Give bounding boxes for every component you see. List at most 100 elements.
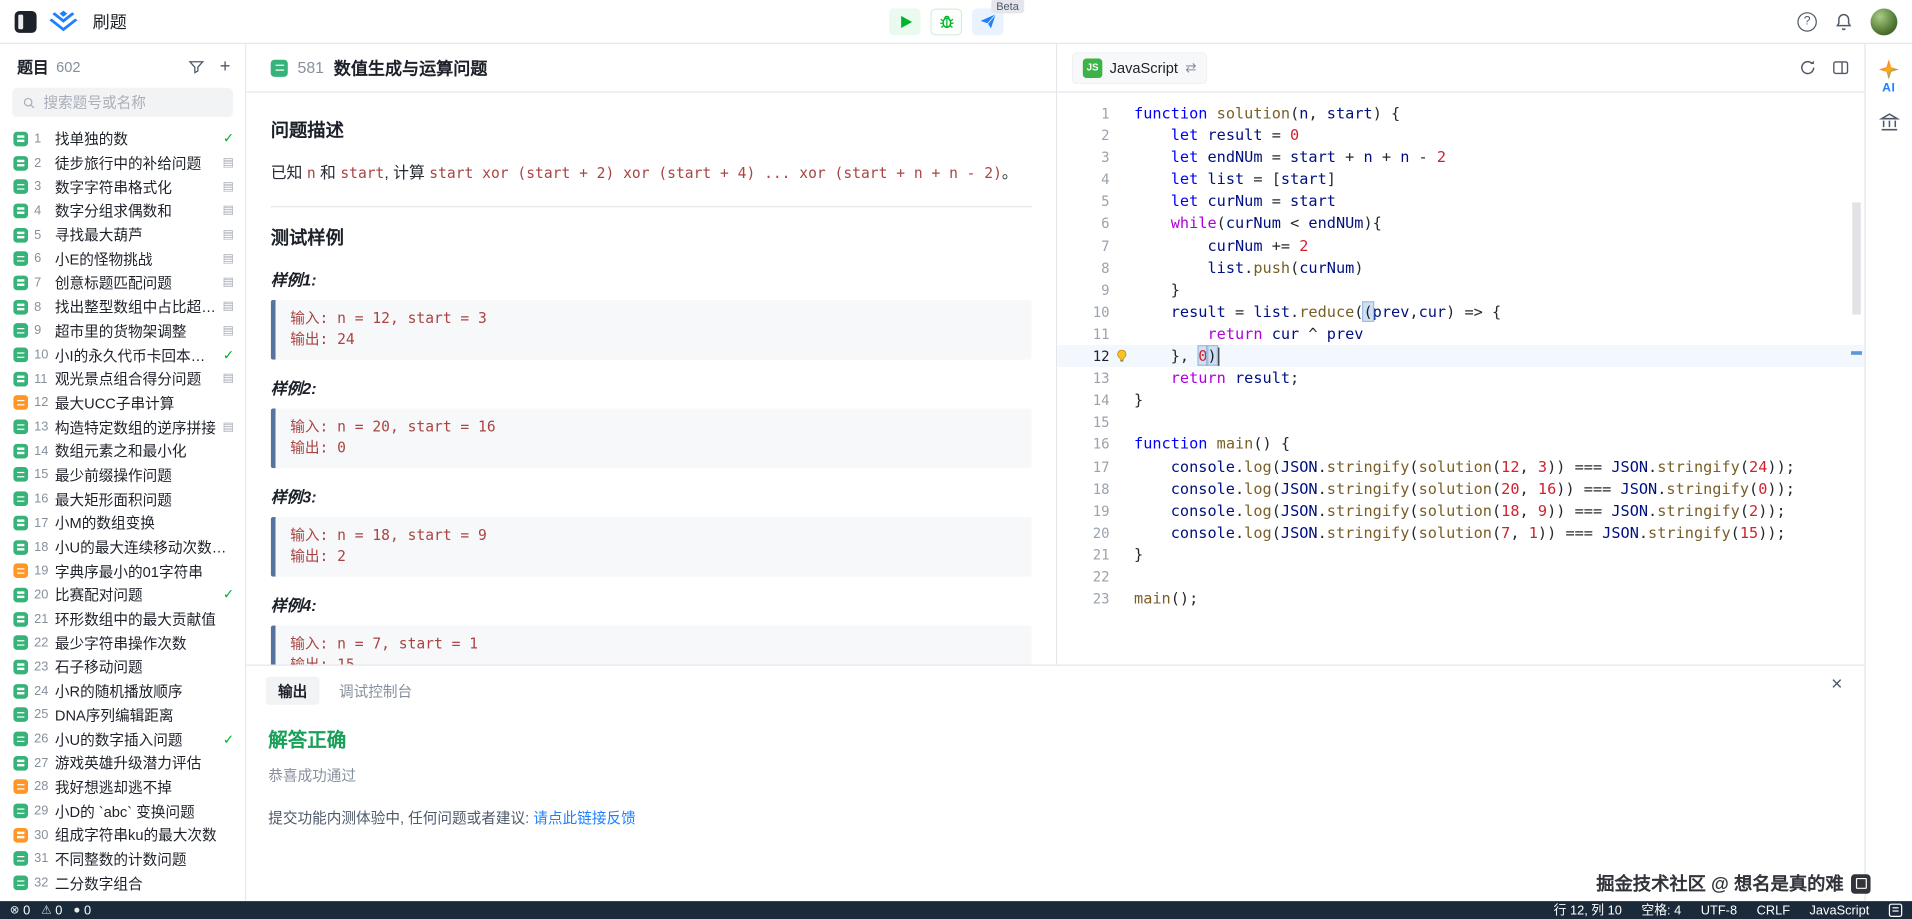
line-number[interactable]: 7 bbox=[1057, 235, 1109, 257]
line-number[interactable]: 23 bbox=[1057, 588, 1109, 610]
line-number[interactable]: 1 bbox=[1057, 102, 1109, 124]
code-line[interactable]: 9 } bbox=[1057, 279, 1864, 301]
line-number[interactable]: 19 bbox=[1057, 500, 1109, 522]
line-number[interactable]: 22 bbox=[1057, 566, 1109, 588]
line-number[interactable]: 12 bbox=[1057, 345, 1109, 367]
code-line[interactable]: 8 list.push(curNum) bbox=[1057, 257, 1864, 279]
code-line[interactable]: 6 while(curNum < endNUm){ bbox=[1057, 213, 1864, 235]
problem-list-item[interactable]: 15最少前缀操作问题 bbox=[0, 463, 245, 487]
status-warning-indicator[interactable]: ⚠0 bbox=[41, 903, 62, 918]
language-mode[interactable]: JavaScript bbox=[1810, 903, 1870, 918]
help-icon[interactable]: ? bbox=[1797, 12, 1817, 32]
feedback-link[interactable]: 请点此链接反馈 bbox=[533, 810, 635, 827]
search-input[interactable] bbox=[43, 94, 223, 111]
line-number[interactable]: 5 bbox=[1057, 191, 1109, 213]
line-number[interactable]: 21 bbox=[1057, 544, 1109, 566]
statusbar-feedback-icon[interactable] bbox=[1889, 904, 1902, 917]
code-line[interactable]: 12 }, 0) bbox=[1057, 345, 1864, 367]
line-number[interactable]: 3 bbox=[1057, 147, 1109, 169]
line-number[interactable]: 10 bbox=[1057, 301, 1109, 323]
problem-list-item[interactable]: 9超市里的货物架调整▤ bbox=[0, 319, 245, 343]
problem-list-item[interactable]: 5寻找最大葫芦▤ bbox=[0, 223, 245, 247]
code-line[interactable]: 4 let list = [start] bbox=[1057, 169, 1864, 191]
editor-scrollbar[interactable] bbox=[1852, 202, 1861, 314]
problem-list-item[interactable]: 25DNA序列编辑距离 bbox=[0, 703, 245, 727]
line-number[interactable]: 8 bbox=[1057, 257, 1109, 279]
code-line[interactable]: 5 let curNum = start bbox=[1057, 191, 1864, 213]
problem-list-item[interactable]: 4数字分组求偶数和▤ bbox=[0, 199, 245, 223]
close-output-icon[interactable]: × bbox=[1826, 676, 1847, 696]
code-line[interactable]: 3 let endNUm = start + n + n - 2 bbox=[1057, 147, 1864, 169]
code-line[interactable]: 14} bbox=[1057, 389, 1864, 411]
tab-debug-console[interactable]: 调试控制台 bbox=[337, 677, 415, 705]
line-number[interactable]: 16 bbox=[1057, 433, 1109, 455]
problem-list-item[interactable]: 11观光景点组合得分问题▤ bbox=[0, 367, 245, 391]
problem-list-item[interactable]: 14数组元素之和最小化 bbox=[0, 439, 245, 463]
code-line[interactable]: 23main(); bbox=[1057, 588, 1864, 610]
problem-list-item[interactable]: 1找单独的数✓ bbox=[0, 127, 245, 151]
problem-list-item[interactable]: 30组成字符串ku的最大次数 bbox=[0, 823, 245, 847]
problem-list-item[interactable]: 19字典序最小的01字符串 bbox=[0, 559, 245, 583]
problem-list-item[interactable]: 16最大矩形面积问题 bbox=[0, 487, 245, 511]
problem-list-item[interactable]: 29小D的 `abc` 变换问题 bbox=[0, 799, 245, 823]
line-number[interactable]: 18 bbox=[1057, 478, 1109, 500]
problem-list-item[interactable]: 24小R的随机播放顺序 bbox=[0, 679, 245, 703]
problem-list-item[interactable]: 22最少字符串操作次数 bbox=[0, 631, 245, 655]
line-number[interactable]: 14 bbox=[1057, 389, 1109, 411]
status-error-indicator[interactable]: ⊗0 bbox=[10, 903, 31, 918]
line-number[interactable]: 20 bbox=[1057, 522, 1109, 544]
problem-list-item[interactable]: 31不同整数的计数问题 bbox=[0, 847, 245, 871]
line-number[interactable]: 17 bbox=[1057, 455, 1109, 477]
problem-list-item[interactable]: 3数字字符串格式化▤ bbox=[0, 175, 245, 199]
line-number[interactable]: 9 bbox=[1057, 279, 1109, 301]
code-line[interactable]: 10 result = list.reduce((prev,cur) => { bbox=[1057, 301, 1864, 323]
filter-icon[interactable] bbox=[188, 58, 205, 75]
problem-list-item[interactable]: 7创意标题匹配问题▤ bbox=[0, 271, 245, 295]
line-number[interactable]: 6 bbox=[1057, 213, 1109, 235]
leaderboard-icon[interactable] bbox=[1878, 112, 1899, 133]
line-number[interactable]: 13 bbox=[1057, 367, 1109, 389]
quick-fix-lightbulb-icon[interactable] bbox=[1110, 345, 1134, 367]
code-line[interactable]: 1function solution(n, start) { bbox=[1057, 102, 1864, 124]
search-box[interactable] bbox=[12, 88, 233, 117]
debug-button[interactable] bbox=[930, 8, 962, 35]
problem-list-item[interactable]: 18小U的最大连续移动次数问题 bbox=[0, 535, 245, 559]
problem-list-item[interactable]: 13构造特定数组的逆序拼接▤ bbox=[0, 415, 245, 439]
code-line[interactable]: 13 return result; bbox=[1057, 367, 1864, 389]
problem-list-item[interactable]: 17小M的数组变换 bbox=[0, 511, 245, 535]
bell-icon[interactable] bbox=[1834, 12, 1854, 32]
code-line[interactable]: 11 return cur ^ prev bbox=[1057, 323, 1864, 345]
run-button[interactable] bbox=[889, 8, 921, 35]
problem-list-item[interactable]: 2徒步旅行中的补给问题▤ bbox=[0, 151, 245, 175]
code-line[interactable]: 7 curNum += 2 bbox=[1057, 235, 1864, 257]
indentation-setting[interactable]: 空格: 4 bbox=[1641, 901, 1681, 919]
line-number[interactable]: 2 bbox=[1057, 124, 1109, 146]
user-avatar[interactable] bbox=[1871, 8, 1898, 35]
encoding[interactable]: UTF-8 bbox=[1701, 903, 1737, 918]
problem-list-item[interactable]: 6小E的怪物挑战▤ bbox=[0, 247, 245, 271]
problem-list-item[interactable]: 32二分数字组合 bbox=[0, 871, 245, 895]
sidebar-toggle-icon[interactable] bbox=[15, 10, 37, 32]
problem-list-item[interactable]: 8找出整型数组中占比超过...▤ bbox=[0, 295, 245, 319]
add-icon[interactable]: + bbox=[220, 57, 231, 75]
language-selector[interactable]: JS JavaScript ⇄ bbox=[1072, 52, 1208, 84]
problem-list-item[interactable]: 27游戏英雄升级潜力评估 bbox=[0, 751, 245, 775]
code-line[interactable]: 20 console.log(JSON.stringify(solution(7… bbox=[1057, 522, 1864, 544]
code-line[interactable]: 21} bbox=[1057, 544, 1864, 566]
line-number[interactable]: 11 bbox=[1057, 323, 1109, 345]
problem-list-item[interactable]: 10小I的永久代币卡回本计划✓ bbox=[0, 343, 245, 367]
juejin-logo[interactable] bbox=[49, 9, 78, 33]
layout-split-icon[interactable] bbox=[1832, 59, 1850, 77]
tab-output[interactable]: 输出 bbox=[266, 677, 320, 705]
problem-list-item[interactable]: 26小U的数字插入问题✓ bbox=[0, 727, 245, 751]
code-area[interactable]: 1function solution(n, start) {2 let resu… bbox=[1057, 93, 1864, 610]
problem-list-item[interactable]: 28我好想逃却逃不掉 bbox=[0, 775, 245, 799]
reset-code-icon[interactable] bbox=[1799, 59, 1817, 77]
eol-setting[interactable]: CRLF bbox=[1757, 903, 1790, 918]
code-line[interactable]: 2 let result = 0 bbox=[1057, 124, 1864, 146]
code-line[interactable]: 16function main() { bbox=[1057, 433, 1864, 455]
code-line[interactable]: 19 console.log(JSON.stringify(solution(1… bbox=[1057, 500, 1864, 522]
code-line[interactable]: 17 console.log(JSON.stringify(solution(1… bbox=[1057, 455, 1864, 477]
problem-list-item[interactable]: 20比赛配对问题✓ bbox=[0, 583, 245, 607]
code-line[interactable]: 15 bbox=[1057, 411, 1864, 433]
